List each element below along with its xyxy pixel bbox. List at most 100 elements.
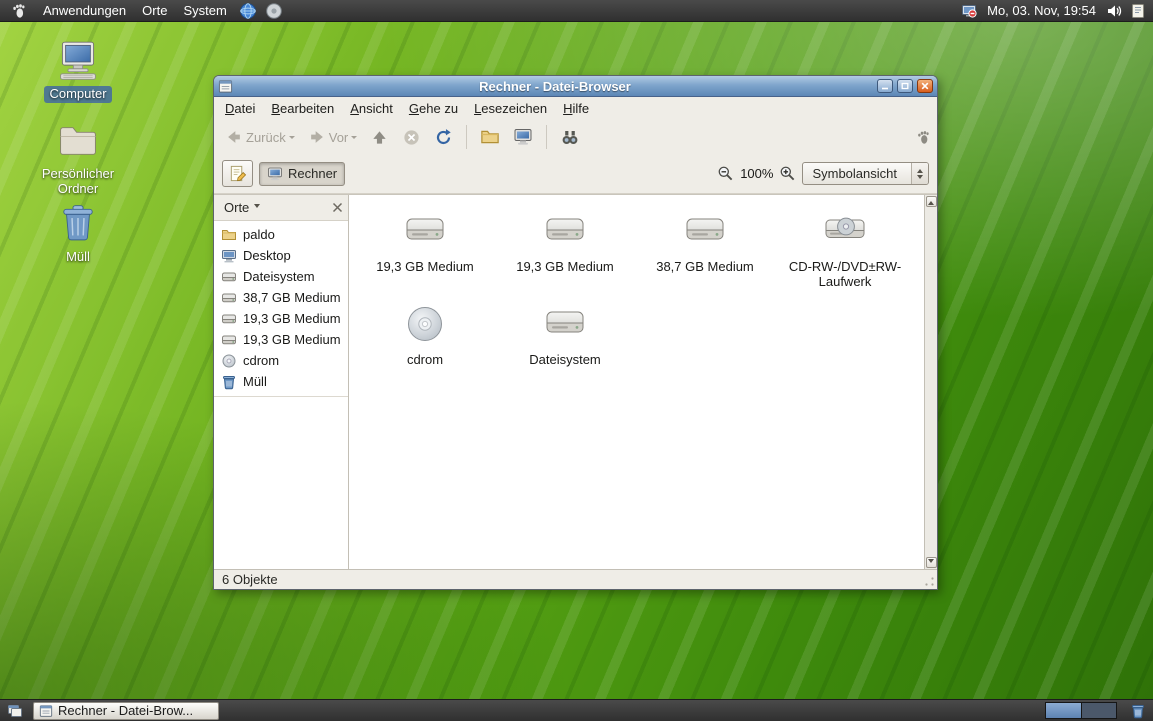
forward-history-chevron-icon[interactable] [351,136,357,142]
spin-down-icon [917,175,923,182]
reload-button[interactable] [429,125,458,150]
desktop-icon-label: Computer [44,86,111,103]
file-item-medium-193a[interactable]: 19,3 GB Medium [355,207,495,290]
update-notifier-icon [961,3,977,19]
close-button[interactable] [917,79,933,93]
optical-drive-icon [821,207,869,255]
sidebar-separator [214,396,348,397]
harddrive-icon [541,207,589,255]
zoom-level[interactable]: 100% [740,166,773,181]
maximize-icon [901,82,909,90]
sidebar-item-medium-193a[interactable]: 19,3 GB Medium [214,308,348,329]
scroll-up-button[interactable] [926,196,937,207]
menu-anwendungen[interactable]: Anwendungen [36,1,133,20]
show-desktop-button[interactable] [4,703,26,719]
forward-button[interactable]: Vor [303,125,363,149]
sidebar-item-muell[interactable]: Müll [214,371,348,392]
window-title: Rechner - Datei-Browser [237,79,873,94]
workspace-switcher [1045,702,1117,719]
arrow-down-icon [928,559,934,566]
desktop-icon-label: Persönlicher Ordner [32,166,124,198]
zoom-in-icon [779,165,796,182]
harddrive-icon [541,300,589,348]
drive-icon [221,269,237,285]
sidebar-item-dateisystem[interactable]: Dateisystem [214,266,348,287]
computer-icon [513,127,533,147]
desktop[interactable]: Computer Persönlicher Ordner Müll Rechne… [0,22,1153,699]
menu-gehe-zu[interactable]: Gehe zu [402,99,465,118]
menu-orte[interactable]: Orte [135,1,174,20]
desktop-icon-computer[interactable]: Computer [32,39,124,103]
sidebar-item-medium-193b[interactable]: 19,3 GB Medium [214,329,348,350]
menu-hilfe[interactable]: Hilfe [556,99,596,118]
location-bar: Rechner 100% Symbolansicht [214,156,937,194]
back-button[interactable]: Zurück [220,125,300,149]
volume-applet[interactable] [1103,3,1125,19]
file-item-medium-193b[interactable]: 19,3 GB Medium [495,207,635,290]
file-item-medium-387[interactable]: 38,7 GB Medium [635,207,775,290]
maximize-button[interactable] [897,79,913,93]
search-button[interactable] [555,124,585,150]
status-text: 6 Objekte [222,572,278,587]
statusbar: 6 Objekte [214,569,937,589]
minimize-icon [881,82,889,90]
menu-ansicht[interactable]: Ansicht [343,99,400,118]
up-button[interactable] [365,125,394,150]
sidebar-view-selector[interactable]: Orte [219,198,265,217]
file-icon-view[interactable]: 19,3 GB Medium 19,3 GB Medium 38,7 GB Me… [349,195,924,569]
main-menu-button[interactable] [4,1,34,21]
computer-icon [267,166,283,182]
workspace-2[interactable] [1081,703,1116,718]
desktop-icon-label: Müll [61,249,95,266]
package-manager-icon [265,2,283,20]
menu-datei[interactable]: Datei [218,99,262,118]
file-item-dvd-drive[interactable]: CD-RW-/DVD±RW-Laufwerk [775,207,915,290]
zoom-in-button[interactable] [779,165,796,182]
workspace-1[interactable] [1046,703,1081,718]
clock[interactable]: Mo, 03. Nov, 19:54 [982,3,1101,18]
chevron-down-icon [254,204,260,211]
toggle-location-entry-button[interactable] [222,160,253,187]
update-notifier[interactable] [958,3,980,19]
menu-system[interactable]: System [176,1,233,20]
home-folder-icon [56,119,100,163]
window-content: Orte paldo Desktop [214,194,937,569]
sidebar-close-button[interactable] [332,202,343,213]
web-browser-launcher[interactable] [236,2,260,20]
zoom-out-button[interactable] [717,165,734,182]
desktop-icon-home[interactable]: Persönlicher Ordner [32,119,124,198]
file-item-cdrom[interactable]: cdrom [355,300,495,367]
drive-icon [221,332,237,348]
sidebar-item-medium-387[interactable]: 38,7 GB Medium [214,287,348,308]
package-manager-launcher[interactable] [262,2,286,20]
gnome-foot-icon [11,3,27,19]
home-button[interactable] [475,124,505,150]
drive-icon [221,290,237,306]
back-history-chevron-icon[interactable] [289,136,295,142]
web-browser-globe-icon [239,2,257,20]
sidebar-item-desktop[interactable]: Desktop [214,245,348,266]
resize-grip[interactable] [923,575,935,587]
close-icon [332,202,343,213]
taskbar-item-rechner[interactable]: Rechner - Datei-Brow... [33,702,219,720]
sidebar-item-paldo[interactable]: paldo [214,224,348,245]
place-button-rechner[interactable]: Rechner [259,162,345,186]
window-titlebar[interactable]: Rechner - Datei-Browser [214,76,937,97]
close-icon [921,82,929,90]
view-mode-combo[interactable]: Symbolansicht [802,162,929,185]
trash-icon [1130,703,1146,719]
menu-bearbeiten[interactable]: Bearbeiten [264,99,341,118]
trash-applet[interactable] [1127,703,1149,719]
scroll-down-button[interactable] [926,557,937,568]
show-desktop-icon [7,703,23,719]
sidebar-item-cdrom[interactable]: cdrom [214,350,348,371]
notes-tray[interactable] [1127,3,1149,19]
stop-icon [402,128,421,147]
file-item-dateisystem[interactable]: Dateisystem [495,300,635,367]
desktop-icon-trash[interactable]: Müll [32,202,124,266]
computer-button[interactable] [508,124,538,150]
minimize-button[interactable] [877,79,893,93]
vertical-scrollbar[interactable] [924,195,937,569]
menu-lesezeichen[interactable]: Lesezeichen [467,99,554,118]
stop-button[interactable] [397,125,426,150]
